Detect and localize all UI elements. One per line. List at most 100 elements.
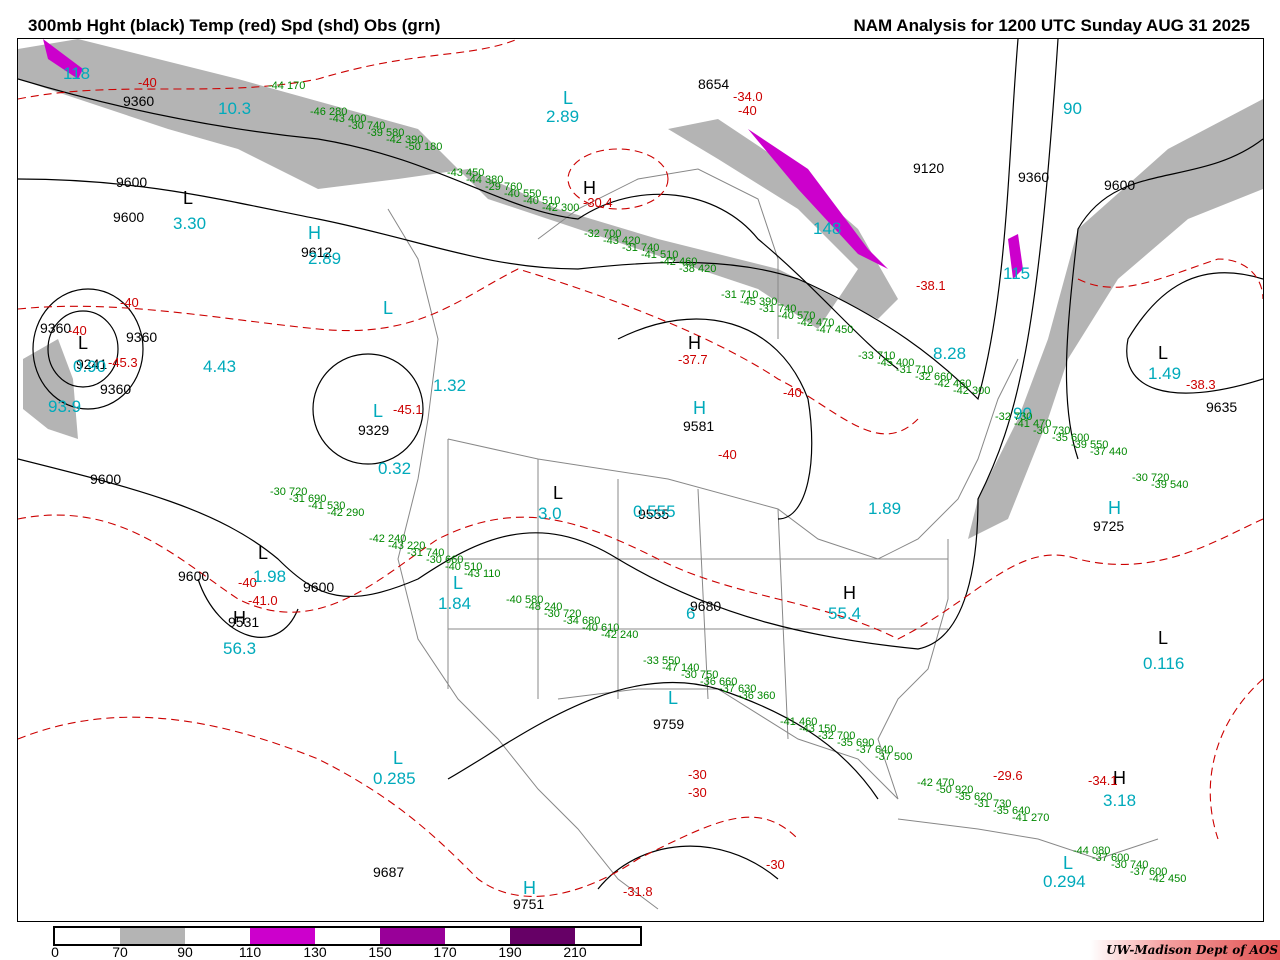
station-observation: -42 240	[369, 533, 406, 545]
wind-speed-label: 115	[1003, 264, 1030, 283]
temperature-label: -40	[783, 385, 802, 400]
temperature-label: -37.7	[678, 352, 708, 367]
station-observation: -31 710	[721, 289, 758, 301]
height-label: 8654	[698, 76, 729, 92]
pressure-center-low: L	[563, 88, 573, 108]
legend-swatch	[55, 928, 120, 944]
analysis-time: NAM Analysis for 1200 UTC Sunday AUG 31 …	[853, 16, 1251, 35]
station-observation: -41 460	[780, 716, 817, 728]
temperature-label: -40	[120, 295, 139, 310]
height-label: 9360	[100, 381, 131, 397]
height-label: 9600	[90, 471, 121, 487]
wind-speed-label: 1.84	[438, 594, 471, 613]
chart-title: 300mb Hght (black) Temp (red) Spd (shd) …	[28, 16, 441, 35]
wind-speed-legend	[53, 926, 642, 946]
temperature-label: -38.3	[1186, 377, 1216, 392]
legend-tick: 170	[433, 944, 457, 960]
temperature-label: -45.1	[393, 402, 423, 417]
wind-speed-label: 1.32	[433, 376, 466, 395]
station-observation: -44 170	[268, 80, 305, 92]
jet-stream-west	[23, 339, 78, 439]
pressure-center-low: L	[668, 688, 678, 708]
temperature-label: -30	[688, 785, 707, 800]
height-contours	[18, 39, 1263, 890]
wind-speed-label: 148	[813, 219, 841, 238]
wind-speed-label: 0.116	[1143, 654, 1184, 673]
pressure-center-high: H	[693, 398, 706, 418]
pressure-center-low: L	[1063, 853, 1073, 873]
temperature-label: -40	[138, 75, 157, 90]
height-label: 9600	[1104, 177, 1135, 193]
wind-speed-label: 56.3	[223, 639, 256, 658]
temperature-contours	[18, 39, 1263, 897]
wind-speed-label: 0.90	[73, 357, 106, 376]
legend-swatch	[250, 928, 315, 944]
temperature-label: -30.4	[583, 195, 613, 210]
wind-speed-label: 0.285	[373, 769, 416, 788]
height-label: 9329	[358, 422, 389, 438]
wind-speed-label: 3.0	[538, 504, 562, 523]
height-label: 9600	[116, 174, 147, 190]
station-observation: -44 080	[1073, 845, 1110, 857]
temperature-label: -29.6	[993, 768, 1023, 783]
height-label: 9360	[40, 320, 71, 336]
legend-tick: 110	[238, 944, 262, 960]
uw-madison-logo: UW-Madison Dept of AOS	[1090, 940, 1280, 960]
pressure-center-low: L	[453, 573, 463, 593]
temperature-label: -30	[766, 857, 785, 872]
wind-speed-label: 3.18	[1103, 791, 1136, 810]
height-label: 9687	[373, 864, 404, 880]
height-label: 9635	[1206, 399, 1237, 415]
wind-speed-label: 0.32	[378, 459, 411, 478]
temperature-label: -41.0	[248, 593, 278, 608]
legend-swatch	[575, 928, 640, 944]
wind-speed-label: 2.89	[308, 249, 341, 268]
pressure-center-high: H	[308, 223, 321, 243]
wind-speed-label: 3.30	[173, 214, 206, 233]
pressure-center-low: L	[393, 748, 403, 768]
legend-tick: 70	[112, 944, 128, 960]
height-label: 9600	[178, 568, 209, 584]
legend-tick: 150	[368, 944, 392, 960]
pressure-center-low: L	[183, 188, 193, 208]
wind-speed-label: 93.9	[48, 397, 81, 416]
station-observation: -32 730	[995, 411, 1032, 423]
wind-speed-label: 8.28	[933, 344, 966, 363]
height-label: 9751	[513, 896, 544, 912]
legend-tick: 210	[563, 944, 587, 960]
pressure-center-low: L	[553, 483, 563, 503]
pressure-center-high: H	[688, 333, 701, 353]
wind-speed-label: 1.98	[253, 567, 286, 586]
legend-tick: 90	[177, 944, 193, 960]
wind-speed-label: 0.294	[1043, 872, 1086, 891]
height-label: 9360	[126, 329, 157, 345]
height-label: 9725	[1093, 518, 1124, 534]
station-observation: -30 720	[270, 486, 307, 498]
temperature-label: -34.0	[733, 89, 763, 104]
pressure-center-low: L	[373, 401, 383, 421]
legend-tick: 130	[303, 944, 327, 960]
pressure-center-high: H	[1108, 498, 1121, 518]
height-label: 9581	[683, 418, 714, 434]
legend-tick: 0	[51, 944, 59, 960]
temperature-label: -30	[688, 767, 707, 782]
height-label: 9759	[653, 716, 684, 732]
temperature-label: -40	[68, 323, 87, 338]
height-label: 9360	[123, 93, 154, 109]
legend-tick: 190	[498, 944, 522, 960]
temperature-label: -40	[738, 103, 757, 118]
wind-speed-label: 1.49	[1148, 364, 1181, 383]
station-observation: -43 450	[447, 167, 484, 179]
temperature-label: -34.1	[1088, 773, 1118, 788]
weather-map: HLLHLLHHLHLL HLHHLLHLLL936096009600961293…	[17, 38, 1264, 922]
pressure-center-high: H	[843, 583, 856, 603]
station-observation: -42 470	[917, 777, 954, 789]
legend-swatch	[510, 928, 575, 944]
station-observation: -33 710	[858, 350, 895, 362]
legend-swatch	[185, 928, 250, 944]
height-label: 9600	[303, 579, 334, 595]
height-label: 9531	[228, 614, 259, 630]
legend-swatch	[315, 928, 380, 944]
station-observation: -46 280	[310, 106, 347, 118]
pressure-center-low: L	[1158, 628, 1168, 648]
